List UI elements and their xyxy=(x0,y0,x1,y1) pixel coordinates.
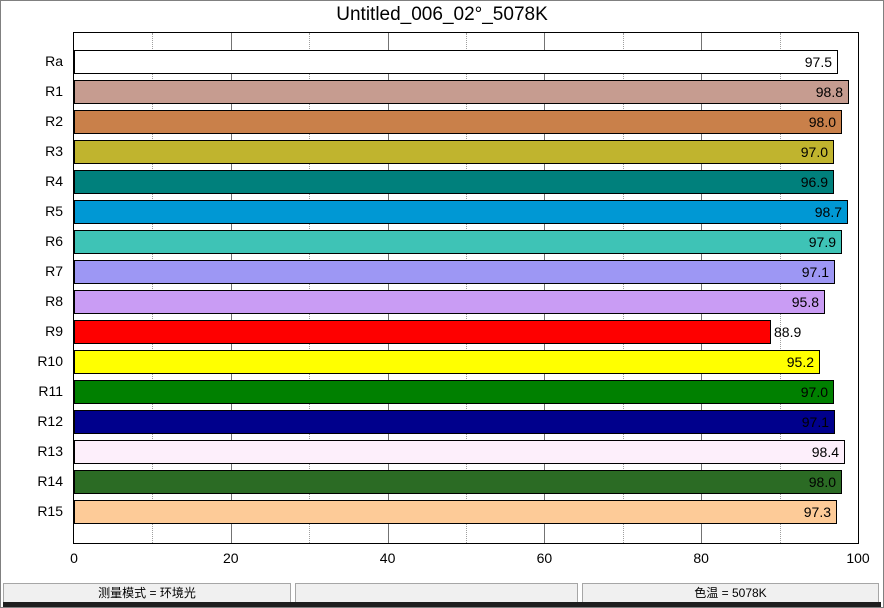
bar-value-r1: 98.8 xyxy=(799,80,843,104)
bar-r13 xyxy=(74,440,845,464)
plot-area: 97.5 98.8 98.0 97.0 96.9 98.7 97.9 97.1 95.8 88.9… xyxy=(73,32,859,544)
bar-ra xyxy=(74,50,838,74)
y-label-r1: R1 xyxy=(45,79,63,103)
bar-value-r13: 98.4 xyxy=(795,440,839,464)
bar-value-r2: 98.0 xyxy=(792,110,836,134)
y-label-r5: R5 xyxy=(45,199,63,223)
x-tick-label-20: 20 xyxy=(223,550,239,566)
status-cell-color-temp: 色温 = 5078K xyxy=(582,583,879,603)
y-label-r11: R11 xyxy=(38,379,63,403)
bar-value-r3: 97.0 xyxy=(784,140,828,164)
bar-r11 xyxy=(74,380,834,404)
cri-chart-window: Untitled_006_02°_5078K RaR1R2R3R4R5R6R7R… xyxy=(0,0,884,608)
x-axis-labels: 0 20 40 60 80 100 xyxy=(1,550,884,570)
bar-value-r12: 97.1 xyxy=(785,410,829,434)
bar-r4 xyxy=(74,170,834,194)
bar-value-r7: 97.1 xyxy=(785,260,829,284)
bar-r7 xyxy=(74,260,835,284)
bar-r6 xyxy=(74,230,842,254)
x-tick-label-60: 60 xyxy=(537,550,553,566)
x-tick-label-80: 80 xyxy=(693,550,709,566)
y-label-r7: R7 xyxy=(45,259,63,283)
bar-r15 xyxy=(74,500,837,524)
bar-r1 xyxy=(74,80,849,104)
bar-r14 xyxy=(74,470,842,494)
bar-r3 xyxy=(74,140,834,164)
status-cell-empty xyxy=(295,583,578,603)
y-label-r10: R10 xyxy=(37,349,63,373)
x-tick-label-40: 40 xyxy=(380,550,396,566)
y-label-r15: R15 xyxy=(37,499,63,523)
bar-value-r5: 98.7 xyxy=(798,200,842,224)
chart-title: Untitled_006_02°_5078K xyxy=(1,4,883,26)
bar-value-ra: 97.5 xyxy=(788,50,832,74)
bar-value-r15: 97.3 xyxy=(787,500,831,524)
y-label-r14: R14 xyxy=(37,469,63,493)
x-tick-label-100: 100 xyxy=(846,550,869,566)
bar-value-r6: 97.9 xyxy=(792,230,836,254)
bar-r2 xyxy=(74,110,842,134)
y-label-r12: R12 xyxy=(37,409,63,433)
bar-value-r11: 97.0 xyxy=(784,380,828,404)
y-axis-labels: Ra R1 R2 R3 R4 R5 R6 R7 R8 R9 R10 R11 R12 R13 R14 R15 xyxy=(1,32,68,544)
bar-value-r14: 98.0 xyxy=(792,470,836,494)
window-bottom-edge xyxy=(3,602,881,607)
y-label-r8: R8 xyxy=(45,289,63,313)
y-label-r13: R13 xyxy=(37,439,63,463)
y-label-r2: R2 xyxy=(45,109,63,133)
y-label-r4: R4 xyxy=(45,169,63,193)
y-label-r3: R3 xyxy=(45,139,63,163)
y-label-r9: R9 xyxy=(45,319,63,343)
bar-r10 xyxy=(74,350,820,374)
bar-value-r9: 88.9 xyxy=(774,320,801,344)
x-tick-label-0: 0 xyxy=(70,550,78,566)
bar-value-r8: 95.8 xyxy=(775,290,819,314)
bar-r5 xyxy=(74,200,848,224)
y-label-r6: R6 xyxy=(45,229,63,253)
bar-r9 xyxy=(74,320,771,344)
y-label-ra: Ra xyxy=(45,49,63,73)
bar-r12 xyxy=(74,410,835,434)
bar-r8 xyxy=(74,290,825,314)
bar-value-r4: 96.9 xyxy=(784,170,828,194)
bar-value-r10: 95.2 xyxy=(770,350,814,374)
status-cell-measure-mode: 测量模式 = 环境光 xyxy=(3,583,291,603)
